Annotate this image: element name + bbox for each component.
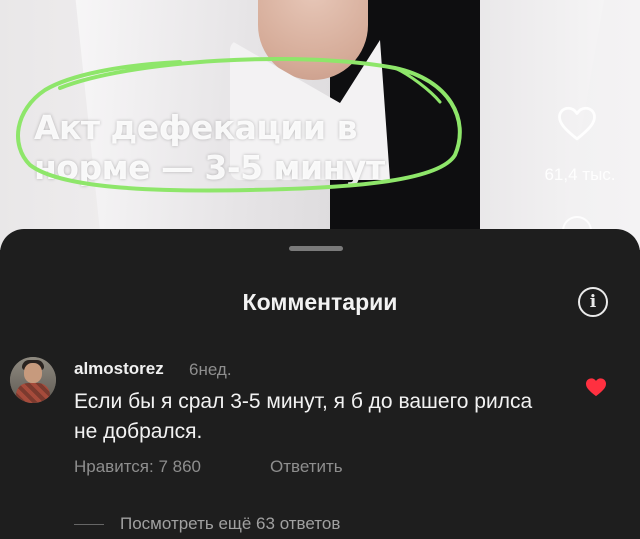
reel-video[interactable]: Акт дефекации в норме — 3-5 минут 61,4 т… [0, 0, 640, 250]
reel-caption-overlay: Акт дефекации в норме — 3-5 минут [34, 108, 385, 187]
comment-timestamp: 6нед. [189, 360, 232, 379]
info-icon[interactable]: i [578, 287, 608, 317]
comment-username[interactable]: almostorez [74, 359, 164, 379]
thread-divider [74, 524, 104, 525]
sheet-drag-handle[interactable] [289, 246, 343, 251]
comment-text: Если бы я срал 3-5 минут, я б до вашего … [74, 390, 533, 443]
comments-sheet: Комментарии i almostorez 6нед. Если бы я… [0, 229, 640, 539]
comment-like-count[interactable]: Нравится: 7 860 [74, 457, 201, 477]
heart-outline-icon[interactable] [556, 103, 598, 145]
sheet-title: Комментарии [242, 289, 398, 315]
avatar[interactable] [10, 357, 56, 403]
heart-filled-icon[interactable] [585, 377, 607, 397]
view-replies-link[interactable]: Посмотреть ещё 63 ответов [120, 514, 340, 534]
like-count: 61,4 тыс. [544, 165, 616, 184]
reply-button[interactable]: Ответить [270, 457, 343, 477]
